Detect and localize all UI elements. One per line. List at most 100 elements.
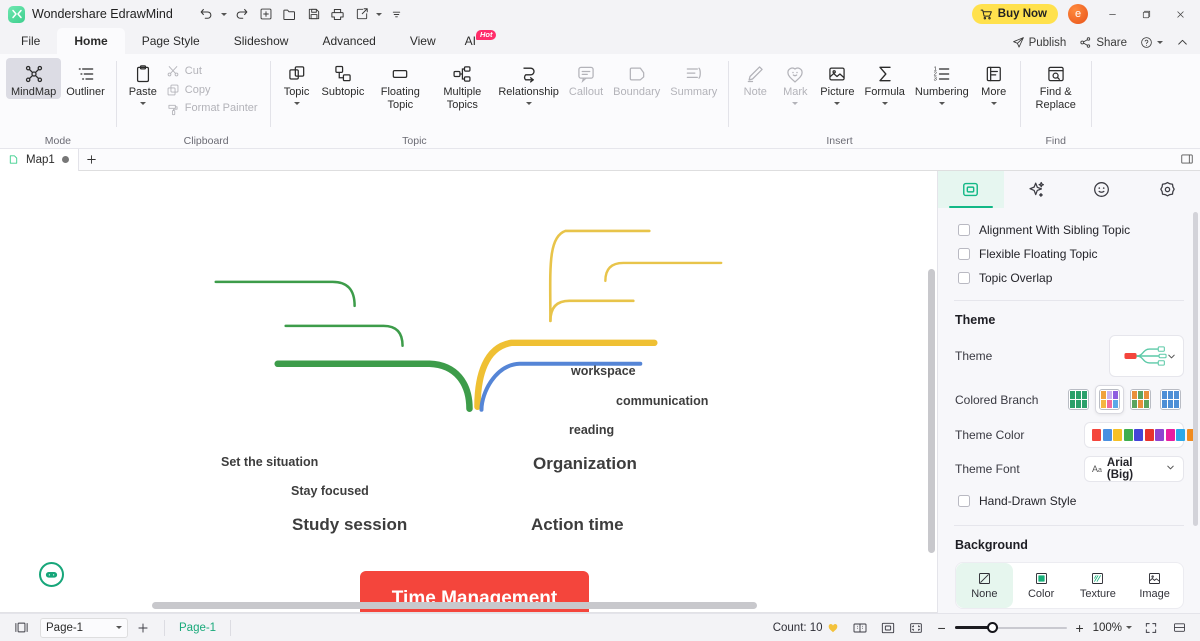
export-icon[interactable] <box>350 3 374 25</box>
theme-color-picker[interactable] <box>1084 422 1196 448</box>
two-page-view-button[interactable] <box>847 617 873 639</box>
colored-branch-multicolor[interactable] <box>1095 385 1124 414</box>
background-option-none[interactable]: None <box>956 563 1013 608</box>
canvas-horizontal-scrollbar[interactable] <box>152 602 757 609</box>
formula-dropdown-caret-icon[interactable] <box>881 99 888 108</box>
background-option-color[interactable]: Color <box>1013 563 1070 608</box>
relationship-dropdown-caret-icon[interactable] <box>525 99 532 108</box>
open-folder-icon[interactable] <box>278 3 302 25</box>
topic-button[interactable]: Topic <box>277 58 317 108</box>
buy-now-button[interactable]: Buy Now <box>971 4 1058 24</box>
tab-file[interactable]: File <box>4 28 57 54</box>
checkbox-hand-drawn-style[interactable]: Hand-Drawn Style <box>938 486 1200 513</box>
paste-button[interactable]: Paste <box>123 58 163 108</box>
collapse-ribbon-button[interactable] <box>1171 34 1194 51</box>
tab-mark-emoji[interactable] <box>1069 171 1135 208</box>
checkbox-box[interactable] <box>958 224 970 236</box>
mindmap-canvas[interactable]: workspace communication reading Organiza… <box>0 171 937 613</box>
note-button[interactable]: Note <box>735 58 775 99</box>
zoom-in-button[interactable]: + <box>1073 620 1087 636</box>
mark-button[interactable]: Mark <box>775 58 815 108</box>
find-replace-button[interactable]: Find & Replace <box>1027 58 1085 111</box>
mindmap-node-action-time[interactable]: Action time <box>531 515 624 535</box>
cut-button[interactable]: Cut <box>163 62 208 80</box>
publish-button[interactable]: Publish <box>1007 34 1072 51</box>
window-close-button[interactable] <box>1164 0 1196 28</box>
background-option-image[interactable]: Image <box>1126 563 1183 608</box>
theme-picker-button[interactable] <box>1109 335 1184 377</box>
topic-dropdown-caret-icon[interactable] <box>293 99 300 108</box>
tab-ai-style[interactable] <box>1004 171 1070 208</box>
side-panel-scrollbar[interactable] <box>1193 212 1198 526</box>
active-page-name[interactable]: Page-1 <box>173 622 222 634</box>
numbering-dropdown-caret-icon[interactable] <box>938 99 945 108</box>
canvas-vertical-scrollbar[interactable] <box>928 269 935 553</box>
tab-ai[interactable]: AI Hot <box>453 28 510 54</box>
checkbox-box[interactable] <box>958 248 970 260</box>
checkbox-alignment-with-sibling-topic[interactable]: Alignment With Sibling Topic <box>938 218 1200 242</box>
mindmap-node-stay-focused[interactable]: Stay focused <box>291 484 369 498</box>
export-caret-icon[interactable] <box>374 3 385 25</box>
outliner-mode-button[interactable]: Outliner <box>61 58 110 99</box>
checkbox-topic-overlap[interactable]: Topic Overlap <box>938 266 1200 290</box>
unsaved-changes-dot[interactable] <box>61 156 69 163</box>
help-button[interactable] <box>1135 34 1168 51</box>
focus-view-button[interactable] <box>903 617 929 639</box>
panel-toggle-button[interactable] <box>1180 152 1194 169</box>
copy-button[interactable]: Copy <box>163 81 217 99</box>
document-tab-map1[interactable]: Map1 <box>0 148 79 171</box>
boundary-button[interactable]: Boundary <box>608 58 665 99</box>
chevron-down-icon[interactable] <box>1165 462 1176 476</box>
help-caret-icon[interactable] <box>1157 41 1163 44</box>
chevron-down-icon[interactable] <box>1126 626 1132 629</box>
zoom-handle[interactable] <box>986 622 998 633</box>
window-minimize-button[interactable] <box>1096 0 1128 28</box>
floating-topic-button[interactable]: Floating Topic <box>369 58 431 111</box>
window-maximize-button[interactable] <box>1130 0 1162 28</box>
fullscreen-button[interactable] <box>1138 617 1164 639</box>
ai-robot-icon[interactable] <box>39 562 64 587</box>
page-select[interactable]: Page-1 <box>40 617 128 638</box>
save-disk-icon[interactable] <box>302 3 326 25</box>
theme-font-select[interactable]: Aa Arial (Big) <box>1084 456 1184 482</box>
colored-branch-orange-green[interactable] <box>1127 386 1154 413</box>
more-options-icon[interactable] <box>385 3 409 25</box>
mark-dropdown-caret-icon[interactable] <box>792 99 799 108</box>
mindmap-node-reading[interactable]: reading <box>569 423 614 437</box>
add-document-tab-button[interactable] <box>79 149 105 171</box>
zoom-slider[interactable] <box>954 621 1067 635</box>
multiple-topics-button[interactable]: Multiple Topics <box>431 58 493 111</box>
checkbox-flexible-floating-topic[interactable]: Flexible Floating Topic <box>938 242 1200 266</box>
fit-page-view-button[interactable] <box>875 617 901 639</box>
view-mode-button[interactable] <box>8 617 34 639</box>
checkbox-box[interactable] <box>958 495 970 507</box>
mindmap-node-set-the-situation[interactable]: Set the situation <box>221 455 318 469</box>
tab-page-style[interactable]: Page Style <box>125 28 217 54</box>
picture-button[interactable]: Picture <box>815 58 859 108</box>
relationship-button[interactable]: Relationship <box>493 58 564 108</box>
colored-branch-blue[interactable] <box>1157 386 1184 413</box>
callout-button[interactable]: Callout <box>564 58 608 99</box>
paste-dropdown-caret-icon[interactable] <box>139 99 146 108</box>
mindmap-node-communication[interactable]: communication <box>616 394 708 408</box>
undo-icon[interactable] <box>195 3 219 25</box>
tab-home[interactable]: Home <box>57 28 125 54</box>
colored-branch-green[interactable] <box>1065 386 1092 413</box>
more-insert-button[interactable]: More <box>974 58 1014 108</box>
tab-settings[interactable] <box>1135 171 1200 208</box>
tab-view[interactable]: View <box>393 28 453 54</box>
tab-layout[interactable] <box>938 171 1004 208</box>
undo-caret-icon[interactable] <box>219 3 230 25</box>
picture-dropdown-caret-icon[interactable] <box>834 99 841 108</box>
share-button[interactable]: Share <box>1074 34 1132 51</box>
chevron-down-icon[interactable] <box>116 626 122 629</box>
avatar[interactable]: e <box>1068 4 1088 24</box>
chevron-down-icon[interactable] <box>1166 351 1177 365</box>
tab-advanced[interactable]: Advanced <box>305 28 392 54</box>
numbering-button[interactable]: 123 Numbering <box>910 58 974 108</box>
more-insert-dropdown-caret-icon[interactable] <box>990 99 997 108</box>
mindmap-mode-button[interactable]: MindMap <box>6 58 62 99</box>
redo-icon[interactable] <box>230 3 254 25</box>
zoom-out-button[interactable]: − <box>935 620 949 636</box>
summary-button[interactable]: Summary <box>665 58 722 99</box>
